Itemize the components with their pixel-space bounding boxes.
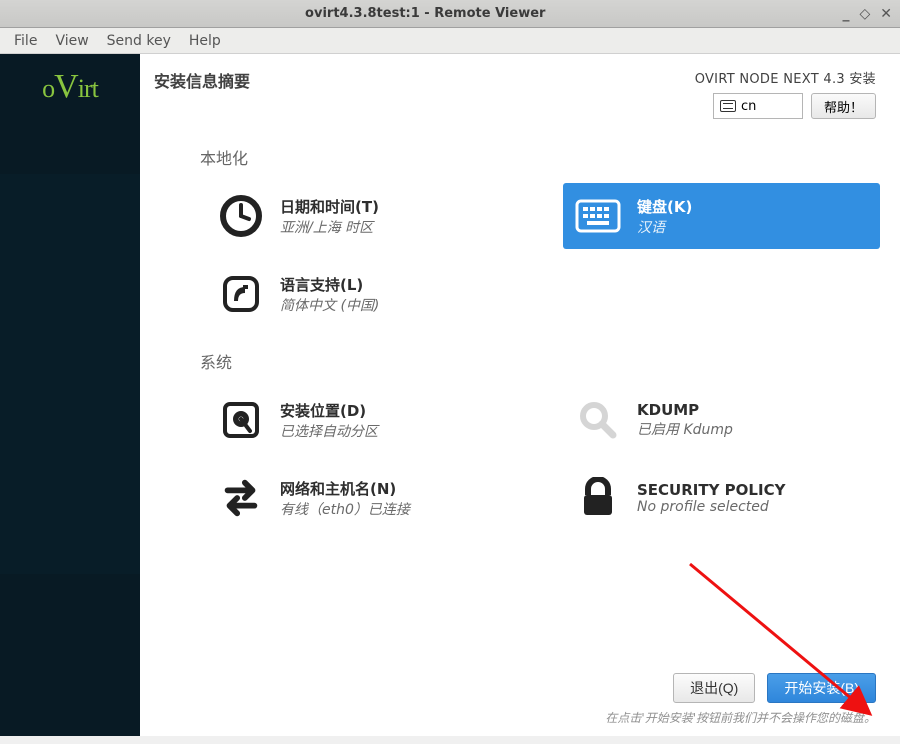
keyboard-layout-code: cn <box>741 99 756 114</box>
spoke-network-sub: 有线（eth0）已连接 <box>280 499 410 519</box>
language-icon <box>218 271 264 317</box>
minimize-icon[interactable]: _ <box>842 6 849 22</box>
spoke-keyboard-title: 键盘(K) <box>637 196 692 217</box>
menu-help[interactable]: Help <box>181 31 229 51</box>
spoke-security-sub: No profile selected <box>637 499 785 515</box>
maximize-icon[interactable]: ◇ <box>859 6 870 22</box>
spoke-language-sub: 简体中文 (中国) <box>280 295 379 315</box>
spoke-security-title: SECURITY POLICY <box>637 481 785 499</box>
footer: 退出(Q) 开始安装(B) 在点击'开始安装'按钮前我们并不会操作您的磁盘。 <box>605 673 876 726</box>
menubar: File View Send key Help <box>0 28 900 54</box>
spokes-area: 本地化 日期和时间(T) 亚洲/上海 时区 <box>140 129 900 543</box>
quit-button[interactable]: 退出(Q) <box>673 673 755 703</box>
keyboard-large-icon <box>575 193 621 239</box>
topbar: 安装信息摘要 OVIRT NODE NEXT 4.3 安装 cn 帮助！ <box>140 54 900 129</box>
spoke-kdump[interactable]: KDUMP 已启用 Kdump <box>563 387 880 453</box>
spoke-install-destination[interactable]: 安装位置(D) 已选择自动分区 <box>206 387 523 453</box>
page-title: 安装信息摘要 <box>154 68 250 92</box>
spoke-datetime-sub: 亚洲/上海 时区 <box>280 217 379 237</box>
window-controls: _ ◇ ✕ <box>842 6 892 22</box>
window-titlebar: ovirt4.3.8test:1 - Remote Viewer _ ◇ ✕ <box>0 0 900 28</box>
begin-install-button[interactable]: 开始安装(B) <box>767 673 876 703</box>
lock-icon <box>575 475 621 521</box>
spoke-kdump-title: KDUMP <box>637 401 733 419</box>
close-icon[interactable]: ✕ <box>880 6 892 22</box>
clock-icon <box>218 193 264 239</box>
keyboard-icon <box>720 100 736 112</box>
search-icon <box>575 397 621 443</box>
spoke-network-title: 网络和主机名(N) <box>280 478 410 499</box>
main-panel: 安装信息摘要 OVIRT NODE NEXT 4.3 安装 cn 帮助！ 本地化 <box>140 54 900 736</box>
spoke-network[interactable]: 网络和主机名(N) 有线（eth0）已连接 <box>206 465 523 531</box>
help-button[interactable]: 帮助！ <box>811 93 876 119</box>
spoke-datetime[interactable]: 日期和时间(T) 亚洲/上海 时区 <box>206 183 523 249</box>
spoke-kdump-sub: 已启用 Kdump <box>637 419 733 439</box>
section-system: 系统 <box>200 349 880 373</box>
network-icon <box>218 475 264 521</box>
product-name: OVIRT NODE NEXT 4.3 安装 <box>695 68 876 87</box>
window-title: ovirt4.3.8test:1 - Remote Viewer <box>8 6 842 21</box>
spoke-install-sub: 已选择自动分区 <box>280 421 378 441</box>
spoke-keyboard[interactable]: 键盘(K) 汉语 <box>563 183 880 249</box>
menu-file[interactable]: File <box>6 31 45 51</box>
menu-view[interactable]: View <box>47 31 96 51</box>
sidebar: oVirt <box>0 54 140 736</box>
spoke-language[interactable]: 语言支持(L) 简体中文 (中国) <box>206 261 523 327</box>
spoke-install-title: 安装位置(D) <box>280 400 378 421</box>
menu-sendkey[interactable]: Send key <box>99 31 179 51</box>
footer-hint: 在点击'开始安装'按钮前我们并不会操作您的磁盘。 <box>605 709 876 726</box>
spoke-keyboard-sub: 汉语 <box>637 217 692 237</box>
section-localization: 本地化 <box>200 145 880 169</box>
spoke-security[interactable]: SECURITY POLICY No profile selected <box>563 465 880 531</box>
spoke-language-title: 语言支持(L) <box>280 274 379 295</box>
brand-logo: oVirt <box>0 68 140 106</box>
spoke-datetime-title: 日期和时间(T) <box>280 196 379 217</box>
keyboard-layout-indicator[interactable]: cn <box>713 93 803 119</box>
disk-icon <box>218 397 264 443</box>
